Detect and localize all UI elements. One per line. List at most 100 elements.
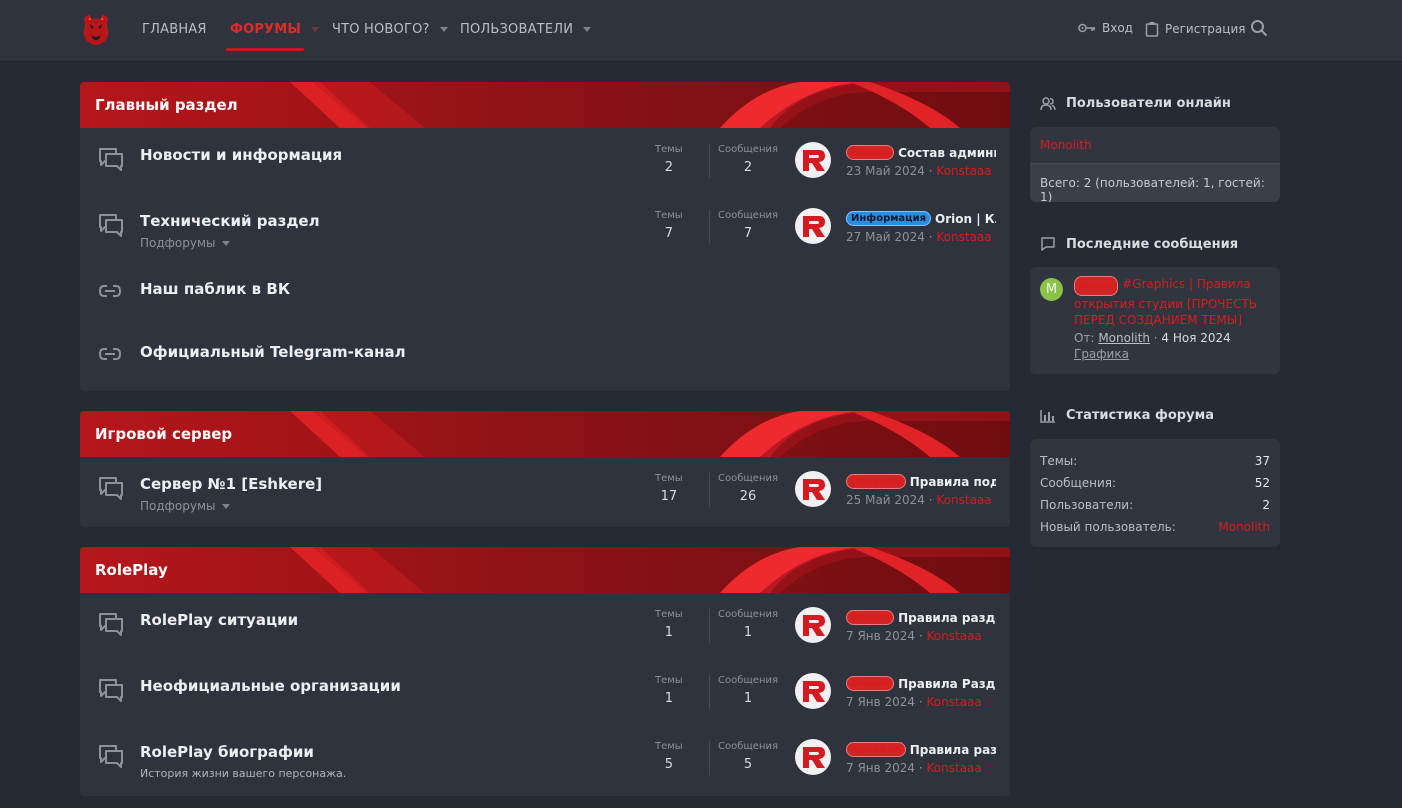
forum-node-title[interactable]: Технический раздел bbox=[140, 212, 320, 230]
last-post-title[interactable]: Orion | Клан bbox=[935, 212, 996, 226]
newest-member-link[interactable]: Monolith bbox=[1218, 520, 1270, 534]
last-post-title[interactable]: Правила раздела bbox=[910, 743, 996, 757]
chevron-down-icon[interactable] bbox=[311, 27, 320, 32]
nav-whats-new[interactable]: ЧТО НОВОГО? bbox=[332, 22, 448, 37]
forum-node[interactable]: Технический раздел Подфорумы Темы 7 Сооб… bbox=[80, 194, 1010, 260]
nav-home[interactable]: ГЛАВНАЯ bbox=[142, 22, 207, 37]
last-post-title[interactable]: Правила раздела bbox=[898, 611, 996, 625]
online-users-list: Monolith bbox=[1030, 127, 1280, 164]
category-header[interactable]: Главный раздел bbox=[80, 82, 1010, 128]
last-post-user[interactable]: Konstaaa bbox=[936, 493, 991, 507]
forum-category-main: Главный раздел Новости и информация Темы… bbox=[80, 82, 1010, 391]
forum-node-title[interactable]: Наш паблик в ВК bbox=[140, 280, 290, 298]
key-icon bbox=[1078, 23, 1095, 33]
forum-link-node[interactable]: Наш паблик в ВК bbox=[80, 260, 1010, 323]
last-post-title[interactable]: Правила Раздела bbox=[898, 677, 996, 691]
online-users-heading: Пользователи онлайн bbox=[1040, 96, 1231, 111]
subforums-toggle[interactable]: Подфорумы bbox=[140, 499, 230, 513]
chevron-down-icon bbox=[221, 240, 230, 246]
last-post-user[interactable]: Konstaaa bbox=[927, 761, 982, 775]
online-user-link[interactable]: Monolith bbox=[1040, 138, 1092, 152]
chevron-down-icon bbox=[221, 503, 230, 509]
posts-count: 1 bbox=[743, 691, 753, 706]
last-post-date[interactable]: 25 Май 2024 bbox=[846, 493, 925, 507]
forum-link-node[interactable]: Официальный Telegram-канал bbox=[80, 323, 1010, 387]
register-label: Регистрация bbox=[1165, 22, 1246, 36]
last-post-user[interactable]: Konstaaa bbox=[936, 230, 991, 244]
online-users-title: Пользователи онлайн bbox=[1066, 96, 1231, 111]
avatar[interactable]: M bbox=[1040, 278, 1063, 301]
posts-count: 7 bbox=[743, 226, 753, 241]
subforums-toggle[interactable]: Подфорумы bbox=[140, 236, 230, 250]
posts-label: Сообщения bbox=[718, 675, 779, 686]
stat-row: Темы: 37 bbox=[1030, 450, 1280, 472]
last-post-date[interactable]: 27 Май 2024 bbox=[846, 230, 925, 244]
avatar[interactable] bbox=[795, 471, 831, 507]
forum-node-title[interactable]: RolePlay биографии bbox=[140, 743, 314, 761]
last-post-date[interactable]: 7 Янв 2024 bbox=[846, 761, 915, 775]
link-icon bbox=[98, 348, 122, 360]
register-link[interactable]: Регистрация bbox=[1145, 21, 1245, 37]
forum-stats-title: Статистика форума bbox=[1066, 408, 1214, 423]
last-post-date[interactable]: 7 Янв 2024 bbox=[846, 629, 915, 643]
avatar[interactable] bbox=[795, 208, 831, 244]
forum-node-title[interactable]: Новости и информация bbox=[140, 146, 342, 164]
stat-label: Сообщения: bbox=[1040, 476, 1117, 490]
forum-node-title[interactable]: Сервер №1 [Eshkere] bbox=[140, 475, 322, 493]
forum-node[interactable]: Неофициальные организации Темы 1 Сообщен… bbox=[80, 659, 1010, 725]
stat-label: Темы: bbox=[1040, 454, 1078, 468]
chevron-down-icon[interactable] bbox=[583, 27, 592, 32]
forum-node-title[interactable]: Неофициальные организации bbox=[140, 677, 401, 695]
forum-node-title[interactable]: Официальный Telegram-канал bbox=[140, 343, 406, 361]
nav-users[interactable]: ПОЛЬЗОВАТЕЛИ bbox=[460, 22, 592, 37]
avatar[interactable] bbox=[795, 673, 831, 709]
avatar[interactable] bbox=[795, 142, 831, 178]
last-post: Информация Orion | Клан 27 Май 2024 · Ko… bbox=[846, 211, 996, 244]
header-decoration bbox=[290, 547, 1010, 593]
posts-label: Сообщения bbox=[718, 741, 779, 752]
category-header[interactable]: Игровой сервер bbox=[80, 411, 1010, 457]
stat-divider bbox=[709, 144, 710, 178]
site-logo-icon[interactable] bbox=[80, 12, 112, 46]
nav-users-label: ПОЛЬЗОВАТЕЛИ bbox=[460, 22, 574, 37]
latest-post-author[interactable]: Monolith bbox=[1098, 331, 1150, 345]
forum-chat-icon bbox=[99, 214, 123, 237]
forum-node[interactable]: Сервер №1 [Eshkere] Подфорумы Темы 17 Со… bbox=[80, 457, 1010, 527]
avatar[interactable] bbox=[795, 607, 831, 643]
last-post-title[interactable]: Состав администрации bbox=[898, 146, 996, 160]
stat-divider bbox=[709, 609, 710, 643]
last-post-date[interactable]: 23 Май 2024 bbox=[846, 164, 925, 178]
category-title: Игровой сервер bbox=[95, 425, 233, 443]
avatar[interactable] bbox=[795, 739, 831, 775]
forum-node[interactable]: Новости и информация Темы 2 Сообщения 2 … bbox=[80, 128, 1010, 194]
search-icon[interactable] bbox=[1250, 19, 1268, 41]
latest-post-date: 4 Ноя 2024 bbox=[1161, 331, 1231, 345]
stat-label: Пользователи: bbox=[1040, 498, 1134, 512]
posts-label: Сообщения bbox=[718, 144, 779, 155]
online-total: Всего: 2 (пользователей: 1, гостей: 1) bbox=[1030, 164, 1280, 202]
forum-stats-box: Темы: 37 Сообщения: 52 Пользователи: 2 Н… bbox=[1030, 439, 1280, 547]
link-icon bbox=[98, 285, 122, 297]
stat-row: Пользователи: 2 bbox=[1030, 494, 1280, 516]
last-post-user[interactable]: Konstaaa bbox=[927, 629, 982, 643]
last-post-user[interactable]: Konstaaa bbox=[936, 164, 991, 178]
chevron-down-icon[interactable] bbox=[439, 27, 448, 32]
latest-posts-heading: Последние сообщения bbox=[1040, 236, 1238, 252]
last-post-title[interactable]: Правила подачи bbox=[910, 475, 996, 489]
prefix-badge: Важно bbox=[846, 145, 895, 160]
category-header[interactable]: RolePlay bbox=[80, 547, 1010, 593]
nav-forums[interactable]: ФОРУМЫ bbox=[230, 22, 320, 37]
forum-node[interactable]: RolePlay биографии История жизни вашего … bbox=[80, 725, 1010, 796]
threads-label: Темы bbox=[655, 210, 683, 221]
stat-divider bbox=[709, 210, 710, 244]
forum-node-title[interactable]: RolePlay ситуации bbox=[140, 611, 298, 629]
latest-post-forum[interactable]: Графика bbox=[1074, 346, 1270, 362]
posts-stat: Сообщения 1 bbox=[718, 675, 778, 706]
login-link[interactable]: Вход bbox=[1078, 21, 1133, 35]
forum-category-roleplay: RolePlay RolePlay ситуации Темы 1 Сообще… bbox=[80, 547, 1010, 796]
forum-node[interactable]: RolePlay ситуации Темы 1 Сообщения 1 Важ… bbox=[80, 593, 1010, 659]
prefix-badge: Информация bbox=[846, 211, 931, 226]
stat-divider bbox=[709, 473, 710, 507]
last-post-user[interactable]: Konstaaa bbox=[927, 695, 982, 709]
last-post-date[interactable]: 7 Янв 2024 bbox=[846, 695, 915, 709]
